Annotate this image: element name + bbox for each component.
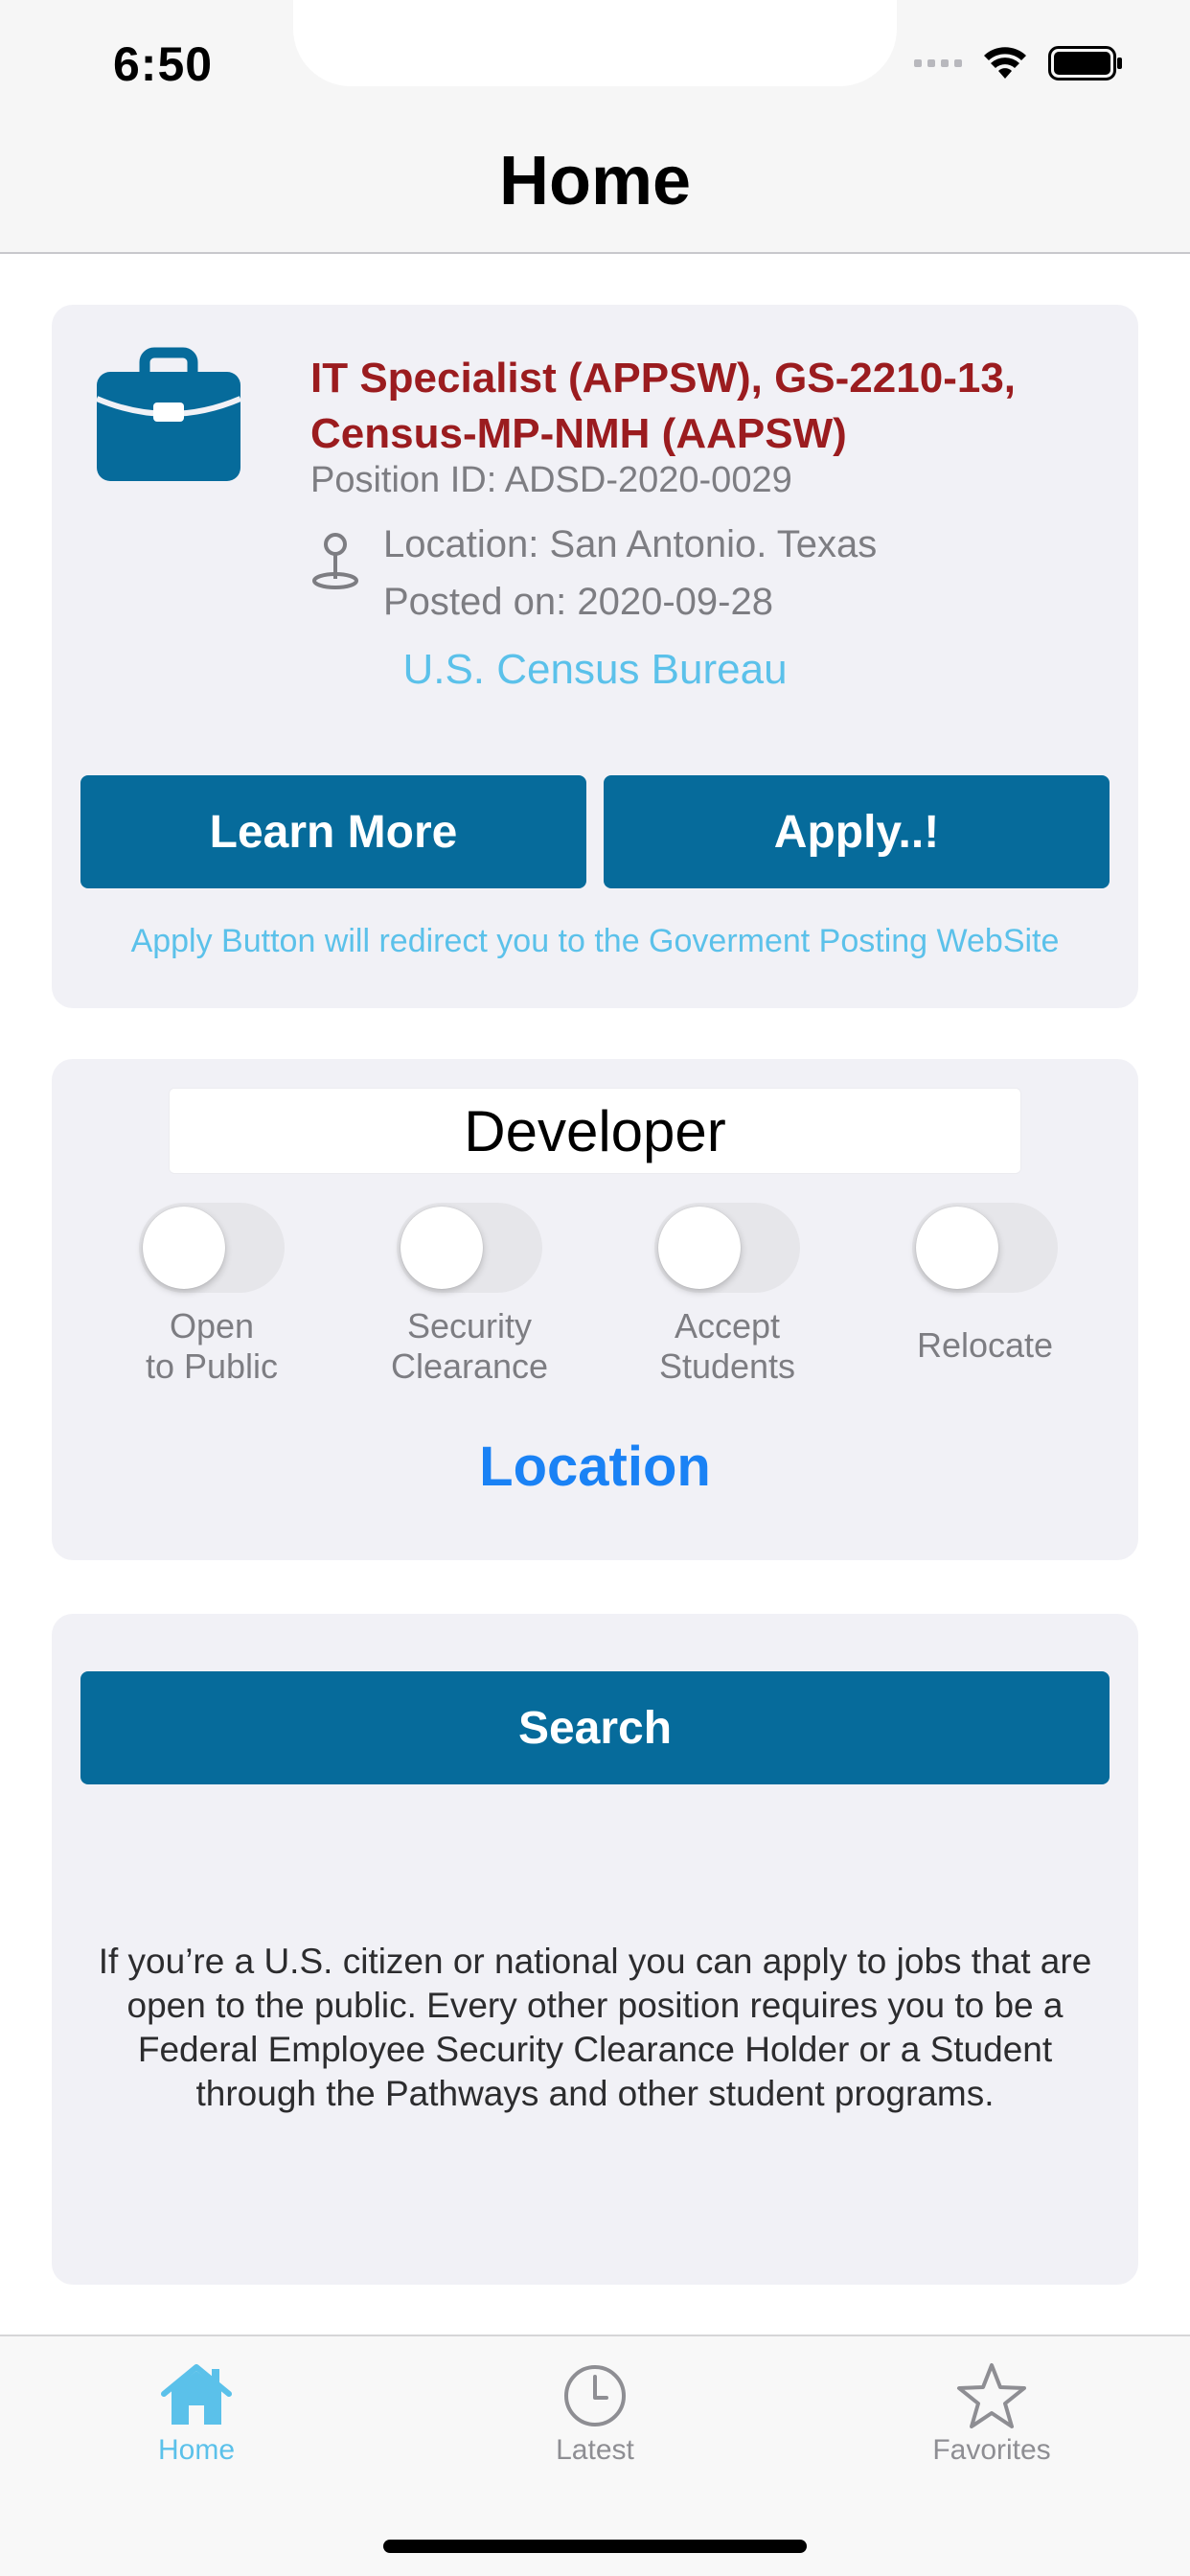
- toggle-label: Relocate: [916, 1325, 1054, 1365]
- star-icon: [957, 2363, 1026, 2428]
- learn-more-button[interactable]: Learn More: [80, 775, 586, 888]
- toggle-accept-students[interactable]: Accept Students: [607, 1203, 847, 1387]
- toggle-label: Accept Students: [658, 1306, 796, 1386]
- toggle-open-to-public[interactable]: Open to Public: [92, 1203, 332, 1387]
- battery-icon: [1048, 46, 1122, 80]
- page-title: Home: [498, 143, 692, 219]
- clock-icon: [564, 2365, 626, 2426]
- job-card: IT Specialist (APPSW), GS-2210-13, Censu…: [52, 305, 1138, 1008]
- briefcase-icon: [95, 347, 242, 481]
- apply-button[interactable]: Apply..!: [604, 775, 1110, 888]
- toggle-switch[interactable]: [912, 1203, 1058, 1293]
- eligibility-info-text: If you’re a U.S. citizen or national you…: [98, 1942, 1092, 2113]
- search-button[interactable]: Search: [80, 1671, 1110, 1784]
- tab-latest[interactable]: Latest: [475, 2361, 715, 2467]
- toggle-label: Open to Public: [145, 1306, 279, 1386]
- location-button[interactable]: Location: [52, 1435, 1138, 1499]
- cellular-signal-icon: [914, 59, 962, 67]
- tab-label: Favorites: [932, 2434, 1051, 2466]
- tab-label: Latest: [556, 2434, 634, 2466]
- toggle-switch[interactable]: [139, 1203, 285, 1293]
- home-indicator[interactable]: [383, 2540, 807, 2553]
- wifi-icon: [984, 47, 1026, 79]
- map-pin-icon: [312, 533, 358, 589]
- toggle-security-clearance[interactable]: Security Clearance: [350, 1203, 589, 1387]
- tab-label: Home: [157, 2434, 236, 2466]
- status-icons: [914, 46, 1125, 80]
- home-icon: [161, 2364, 232, 2425]
- toggle-label: Security Clearance: [390, 1306, 549, 1386]
- toggle-switch[interactable]: [654, 1203, 800, 1293]
- job-title[interactable]: IT Specialist (APPSW), GS-2210-13, Censu…: [310, 351, 1115, 462]
- keyword-input[interactable]: [169, 1088, 1021, 1174]
- search-card: Search If you’re a U.S. citizen or natio…: [52, 1614, 1138, 2285]
- status-bar: 6:50: [0, 0, 1190, 125]
- status-time: 6:50: [113, 37, 214, 91]
- device-notch: [293, 0, 897, 86]
- toggle-relocate[interactable]: Relocate: [865, 1203, 1105, 1366]
- filters-card: Open to Public Security Clearance Accept…: [52, 1059, 1138, 1560]
- tab-home[interactable]: Home: [77, 2361, 316, 2467]
- toggle-switch[interactable]: [397, 1203, 542, 1293]
- posted-date: Posted on: 2020-09-28: [383, 581, 773, 623]
- redirect-note: Apply Button will redirect you to the Go…: [130, 923, 1060, 959]
- tab-favorites[interactable]: Favorites: [872, 2361, 1111, 2467]
- position-id: Position ID: ADSD-2020-0029: [310, 460, 792, 500]
- agency-link[interactable]: U.S. Census Bureau: [52, 646, 1138, 694]
- job-location: Location: San Antonio. Texas: [383, 523, 878, 565]
